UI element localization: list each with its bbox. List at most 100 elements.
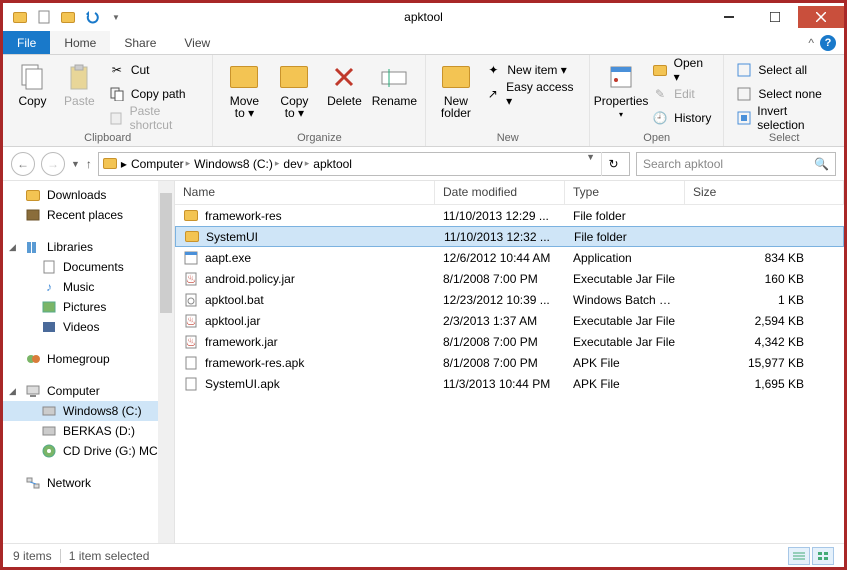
file-row[interactable]: framework-res.apk8/1/2008 7:00 PMAPK Fil… — [175, 352, 844, 373]
qat-new-doc-icon[interactable] — [33, 6, 55, 28]
sidebar-item-recent[interactable]: Recent places — [3, 205, 174, 225]
libraries-icon — [25, 240, 41, 254]
move-to-button[interactable]: Move to ▾ — [221, 59, 267, 119]
file-date: 11/10/2013 12:32 ... — [436, 230, 566, 244]
sidebar-item-pictures[interactable]: Pictures — [3, 297, 174, 317]
new-item-button[interactable]: ✦New item ▾ — [481, 59, 581, 81]
select-all-button[interactable]: Select all — [732, 59, 836, 81]
file-row[interactable]: SystemUI11/10/2013 12:32 ...File folder — [175, 226, 844, 247]
address-dropdown-icon[interactable]: ▼ — [580, 152, 601, 176]
sidebar-item-drive-d[interactable]: BERKAS (D:) — [3, 421, 174, 441]
tab-view[interactable]: View — [170, 31, 224, 54]
sidebar-item-music[interactable]: ♪Music — [3, 277, 174, 297]
tab-file[interactable]: File — [3, 31, 50, 54]
file-row[interactable]: framework-res11/10/2013 12:29 ...File fo… — [175, 205, 844, 226]
column-date[interactable]: Date modified — [435, 181, 565, 204]
file-name: framework-res.apk — [205, 356, 304, 370]
qat-undo-icon[interactable] — [81, 6, 103, 28]
breadcrumb-item[interactable]: apktool — [313, 157, 352, 171]
sidebar-item-computer[interactable]: ◢Computer — [3, 381, 174, 401]
recent-locations-icon[interactable]: ▼ — [71, 159, 80, 169]
sidebar-scrollbar[interactable] — [158, 181, 174, 543]
file-name: aapt.exe — [205, 251, 251, 265]
file-row[interactable]: ♨android.policy.jar8/1/2008 7:00 PMExecu… — [175, 268, 844, 289]
qat-folder-icon[interactable] — [57, 6, 79, 28]
file-row[interactable]: aapt.exe12/6/2012 10:44 AMApplication834… — [175, 247, 844, 268]
edit-button[interactable]: ✎Edit — [648, 83, 715, 105]
tab-home[interactable]: Home — [50, 31, 110, 54]
file-name: apktool.bat — [205, 293, 264, 307]
details-view-button[interactable] — [788, 547, 810, 565]
qat-properties-icon[interactable] — [9, 6, 31, 28]
chevron-right-icon[interactable]: ▸ — [121, 157, 127, 171]
file-name: SystemUI — [206, 230, 258, 244]
documents-icon — [41, 260, 57, 274]
invert-icon — [736, 110, 751, 126]
help-icon[interactable]: ? — [820, 35, 836, 51]
status-bar: 9 items 1 item selected — [3, 543, 844, 567]
close-button[interactable] — [798, 6, 844, 28]
ribbon-collapse-icon[interactable]: ^ — [808, 36, 814, 50]
open-button[interactable]: Open ▾ — [648, 59, 715, 81]
delete-button[interactable]: Delete — [321, 59, 367, 107]
breadcrumb-item[interactable]: Windows8 (C:) — [194, 157, 273, 171]
sidebar-item-downloads[interactable]: Downloads — [3, 185, 174, 205]
copy-to-button[interactable]: Copy to ▾ — [271, 59, 317, 119]
history-button[interactable]: 🕘History — [648, 107, 715, 129]
copy-button[interactable]: Copy — [11, 59, 54, 107]
address-bar[interactable]: ▸ Computer▸ Windows8 (C:)▸ dev▸ apktool … — [98, 152, 630, 176]
properties-button[interactable]: Properties▾ — [598, 59, 644, 121]
breadcrumb-item[interactable]: dev — [283, 157, 302, 171]
ribbon-group-open: Properties▾ Open ▾ ✎Edit 🕘History Open — [590, 55, 724, 146]
sidebar-item-videos[interactable]: Videos — [3, 317, 174, 337]
content-area: Downloads Recent places ◢Libraries Docum… — [3, 181, 844, 543]
up-button[interactable]: ↑ — [86, 157, 92, 171]
file-row[interactable]: apktool.bat12/23/2012 10:39 ...Windows B… — [175, 289, 844, 310]
select-none-button[interactable]: Select none — [732, 83, 836, 105]
sidebar-item-drive-c[interactable]: Windows8 (C:) — [3, 401, 174, 421]
sidebar-item-drive-g[interactable]: CD Drive (G:) MC — [3, 441, 174, 461]
file-row[interactable]: SystemUI.apk11/3/2013 10:44 PMAPK File1,… — [175, 373, 844, 394]
invert-selection-button[interactable]: Invert selection — [732, 107, 836, 129]
status-selected-count: 1 item selected — [69, 549, 150, 563]
collapse-icon[interactable]: ◢ — [9, 386, 16, 397]
column-headers: Name Date modified Type Size — [175, 181, 844, 205]
tab-share[interactable]: Share — [110, 31, 170, 54]
copy-path-button[interactable]: Copy path — [105, 83, 205, 105]
file-row[interactable]: ♨apktool.jar2/3/2013 1:37 AMExecutable J… — [175, 310, 844, 331]
qat-dropdown-icon[interactable]: ▼ — [105, 6, 127, 28]
easy-access-button[interactable]: ↗Easy access ▾ — [481, 83, 581, 105]
paste-shortcut-button[interactable]: Paste shortcut — [105, 107, 205, 129]
collapse-icon[interactable]: ◢ — [9, 242, 16, 253]
paste-button[interactable]: Paste — [58, 59, 101, 107]
column-name[interactable]: Name — [175, 181, 435, 204]
chevron-right-icon[interactable]: ▸ — [275, 158, 280, 169]
file-type: Application — [565, 251, 685, 265]
sidebar-item-homegroup[interactable]: Homegroup — [3, 349, 174, 369]
sidebar-item-network[interactable]: Network — [3, 473, 174, 493]
open-icon — [652, 62, 668, 78]
column-size[interactable]: Size — [685, 181, 844, 204]
file-type: APK File — [565, 377, 685, 391]
chevron-right-icon[interactable]: ▸ — [305, 158, 310, 169]
search-input[interactable]: Search apktool 🔍 — [636, 152, 836, 176]
file-date: 8/1/2008 7:00 PM — [435, 335, 565, 349]
rename-button[interactable]: Rename — [371, 59, 417, 107]
edit-icon: ✎ — [652, 86, 668, 102]
sidebar-item-libraries[interactable]: ◢Libraries — [3, 237, 174, 257]
new-folder-button[interactable]: New folder — [434, 59, 477, 119]
breadcrumb-item[interactable]: Computer — [131, 157, 184, 171]
icons-view-button[interactable] — [812, 547, 834, 565]
cut-button[interactable]: ✂Cut — [105, 59, 205, 81]
file-size: 1,695 KB — [685, 377, 844, 391]
history-icon: 🕘 — [652, 110, 668, 126]
forward-button[interactable]: → — [41, 152, 65, 176]
refresh-button[interactable]: ↻ — [601, 152, 625, 176]
sidebar-item-documents[interactable]: Documents — [3, 257, 174, 277]
file-row[interactable]: ♨framework.jar8/1/2008 7:00 PMExecutable… — [175, 331, 844, 352]
back-button[interactable]: ← — [11, 152, 35, 176]
minimize-button[interactable] — [706, 6, 752, 28]
column-type[interactable]: Type — [565, 181, 685, 204]
chevron-right-icon[interactable]: ▸ — [186, 158, 191, 169]
maximize-button[interactable] — [752, 6, 798, 28]
